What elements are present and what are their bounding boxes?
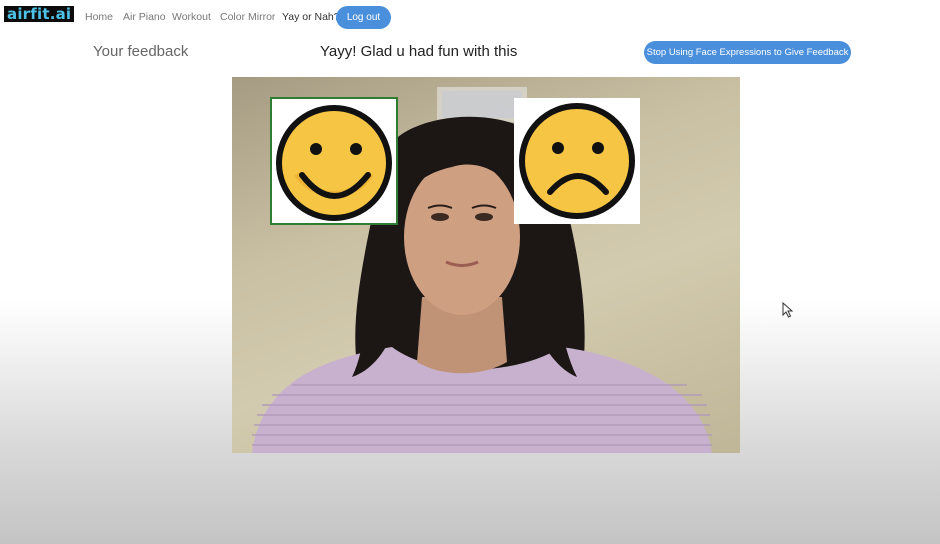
logout-button[interactable]: Log out	[336, 6, 391, 29]
sad-face-icon	[519, 103, 635, 219]
nav-air-piano[interactable]: Air Piano	[123, 11, 166, 23]
nav-workout[interactable]: Workout	[172, 11, 211, 23]
nav-color-mirror[interactable]: Color Mirror	[220, 11, 275, 23]
brand-logo[interactable]: airfit.ai	[4, 5, 75, 23]
navbar: airfit.ai Home Air Piano Workout Color M…	[0, 0, 940, 36]
nav-home[interactable]: Home	[85, 11, 113, 23]
sad-option[interactable]	[514, 98, 640, 224]
feedback-message: Yayy! Glad u had fun with this	[320, 43, 518, 60]
stop-face-expressions-button[interactable]: Stop Using Face Expressions to Give Feed…	[644, 41, 851, 64]
mouse-cursor-icon	[782, 302, 794, 318]
brand-name: airfit	[7, 5, 50, 23]
happy-face-icon	[276, 105, 392, 221]
webcam-feed	[232, 77, 740, 453]
happy-option[interactable]	[270, 97, 398, 225]
nav-yay-or-nah[interactable]: Yay or Nah?	[282, 11, 340, 23]
feedback-label: Your feedback	[93, 43, 189, 60]
brand-tld: .ai	[49, 5, 72, 23]
